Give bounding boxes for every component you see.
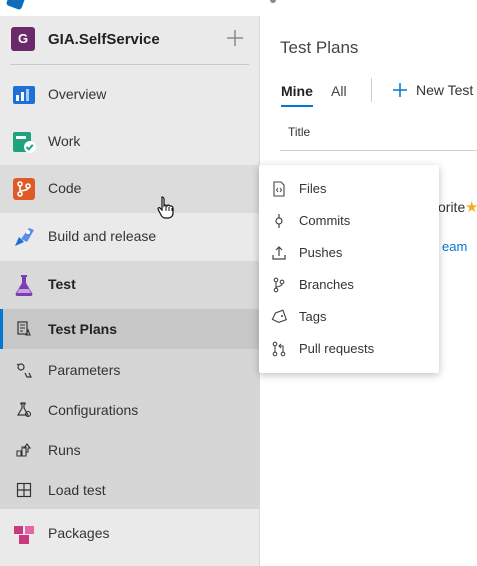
code-flyout-menu: Files Commits Pushes Branches Tags Pull …	[259, 165, 439, 373]
favorite-star-icon[interactable]: ★	[465, 198, 477, 216]
sidebar-subitem-label: Parameters	[48, 362, 121, 378]
project-header[interactable]: G GIA.SelfService	[0, 16, 259, 64]
flask-icon	[15, 275, 33, 296]
team-link[interactable]: eam	[442, 239, 467, 254]
menu-item-branches[interactable]: Branches	[259, 269, 439, 301]
sidebar: G GIA.SelfService Overview Work Code Bui…	[0, 16, 260, 566]
menu-item-label: Pushes	[299, 245, 343, 260]
favorites-group-label: orite	[438, 199, 466, 215]
commit-icon	[275, 214, 283, 228]
toolbar-separator	[371, 78, 372, 102]
hand-pointer-cursor-icon	[157, 196, 174, 219]
sidebar-item-label: Build and release	[48, 228, 157, 244]
sidebar-item-test[interactable]: Test	[0, 261, 259, 309]
menu-item-label: Branches	[299, 277, 354, 292]
branch-icon	[273, 277, 285, 293]
sidebar-divider	[10, 64, 249, 65]
sidebar-item-label: Code	[48, 180, 82, 196]
header-divider	[280, 150, 477, 151]
rocket-icon	[15, 228, 34, 246]
menu-item-label: Files	[299, 181, 327, 196]
push-icon	[272, 246, 286, 260]
sidebar-item-packages[interactable]: Packages	[0, 510, 259, 558]
sidebar-subitem-label: Load test	[48, 482, 106, 498]
add-icon[interactable]	[226, 29, 244, 47]
overview-icon	[13, 86, 35, 104]
parameters-icon	[16, 363, 32, 378]
sidebar-item-code[interactable]: Code	[0, 165, 259, 213]
sidebar-subitem-load-test[interactable]: Load test	[0, 470, 259, 510]
new-test-label: New Test	[416, 82, 474, 98]
file-code-icon	[273, 181, 285, 197]
sidebar-subitem-configurations[interactable]: Configurations	[0, 390, 259, 430]
sidebar-subitem-label: Test Plans	[48, 321, 117, 337]
test-plans-icon	[17, 321, 31, 336]
menu-item-commits[interactable]: Commits	[259, 205, 439, 237]
top-bar	[0, 0, 477, 16]
load-test-icon	[16, 482, 32, 498]
tag-icon	[271, 309, 287, 323]
menu-item-label: Tags	[299, 309, 327, 324]
sidebar-subitem-parameters[interactable]: Parameters	[0, 350, 259, 390]
runs-icon	[16, 443, 32, 457]
menu-item-pushes[interactable]: Pushes	[259, 237, 439, 269]
menu-item-files[interactable]: Files	[259, 173, 439, 205]
sidebar-subitem-runs[interactable]: Runs	[0, 430, 259, 470]
work-icon	[13, 132, 36, 153]
menu-item-tags[interactable]: Tags	[259, 301, 439, 333]
top-indicator	[270, 0, 276, 3]
plus-icon	[393, 83, 407, 97]
sidebar-item-label: Work	[48, 133, 81, 149]
sidebar-subitem-label: Runs	[48, 442, 81, 458]
sidebar-item-overview[interactable]: Overview	[0, 71, 259, 119]
tab-mine[interactable]: Mine	[281, 83, 313, 107]
sidebar-item-build-and-release[interactable]: Build and release	[0, 213, 259, 261]
sidebar-subitem-test-plans[interactable]: Test Plans	[0, 309, 259, 349]
column-header-title[interactable]: Title	[288, 125, 310, 139]
product-logo-icon[interactable]	[5, 0, 27, 11]
configurations-icon	[16, 402, 32, 418]
packages-icon	[14, 526, 34, 544]
menu-item-label: Pull requests	[299, 341, 375, 356]
project-name[interactable]: GIA.SelfService	[48, 31, 160, 48]
sidebar-item-label: Packages	[48, 525, 110, 541]
tab-all[interactable]: All	[331, 83, 347, 99]
sidebar-item-label: Test	[48, 276, 76, 292]
menu-item-label: Commits	[299, 213, 351, 228]
pull-request-icon	[272, 341, 286, 357]
sidebar-item-label: Overview	[48, 86, 107, 102]
sidebar-item-work[interactable]: Work	[0, 118, 259, 166]
code-icon	[13, 178, 35, 200]
page-title: Test Plans	[280, 38, 359, 57]
menu-item-pull-requests[interactable]: Pull requests	[259, 333, 439, 365]
sidebar-subitem-label: Configurations	[48, 402, 139, 418]
project-avatar: G	[11, 27, 35, 51]
